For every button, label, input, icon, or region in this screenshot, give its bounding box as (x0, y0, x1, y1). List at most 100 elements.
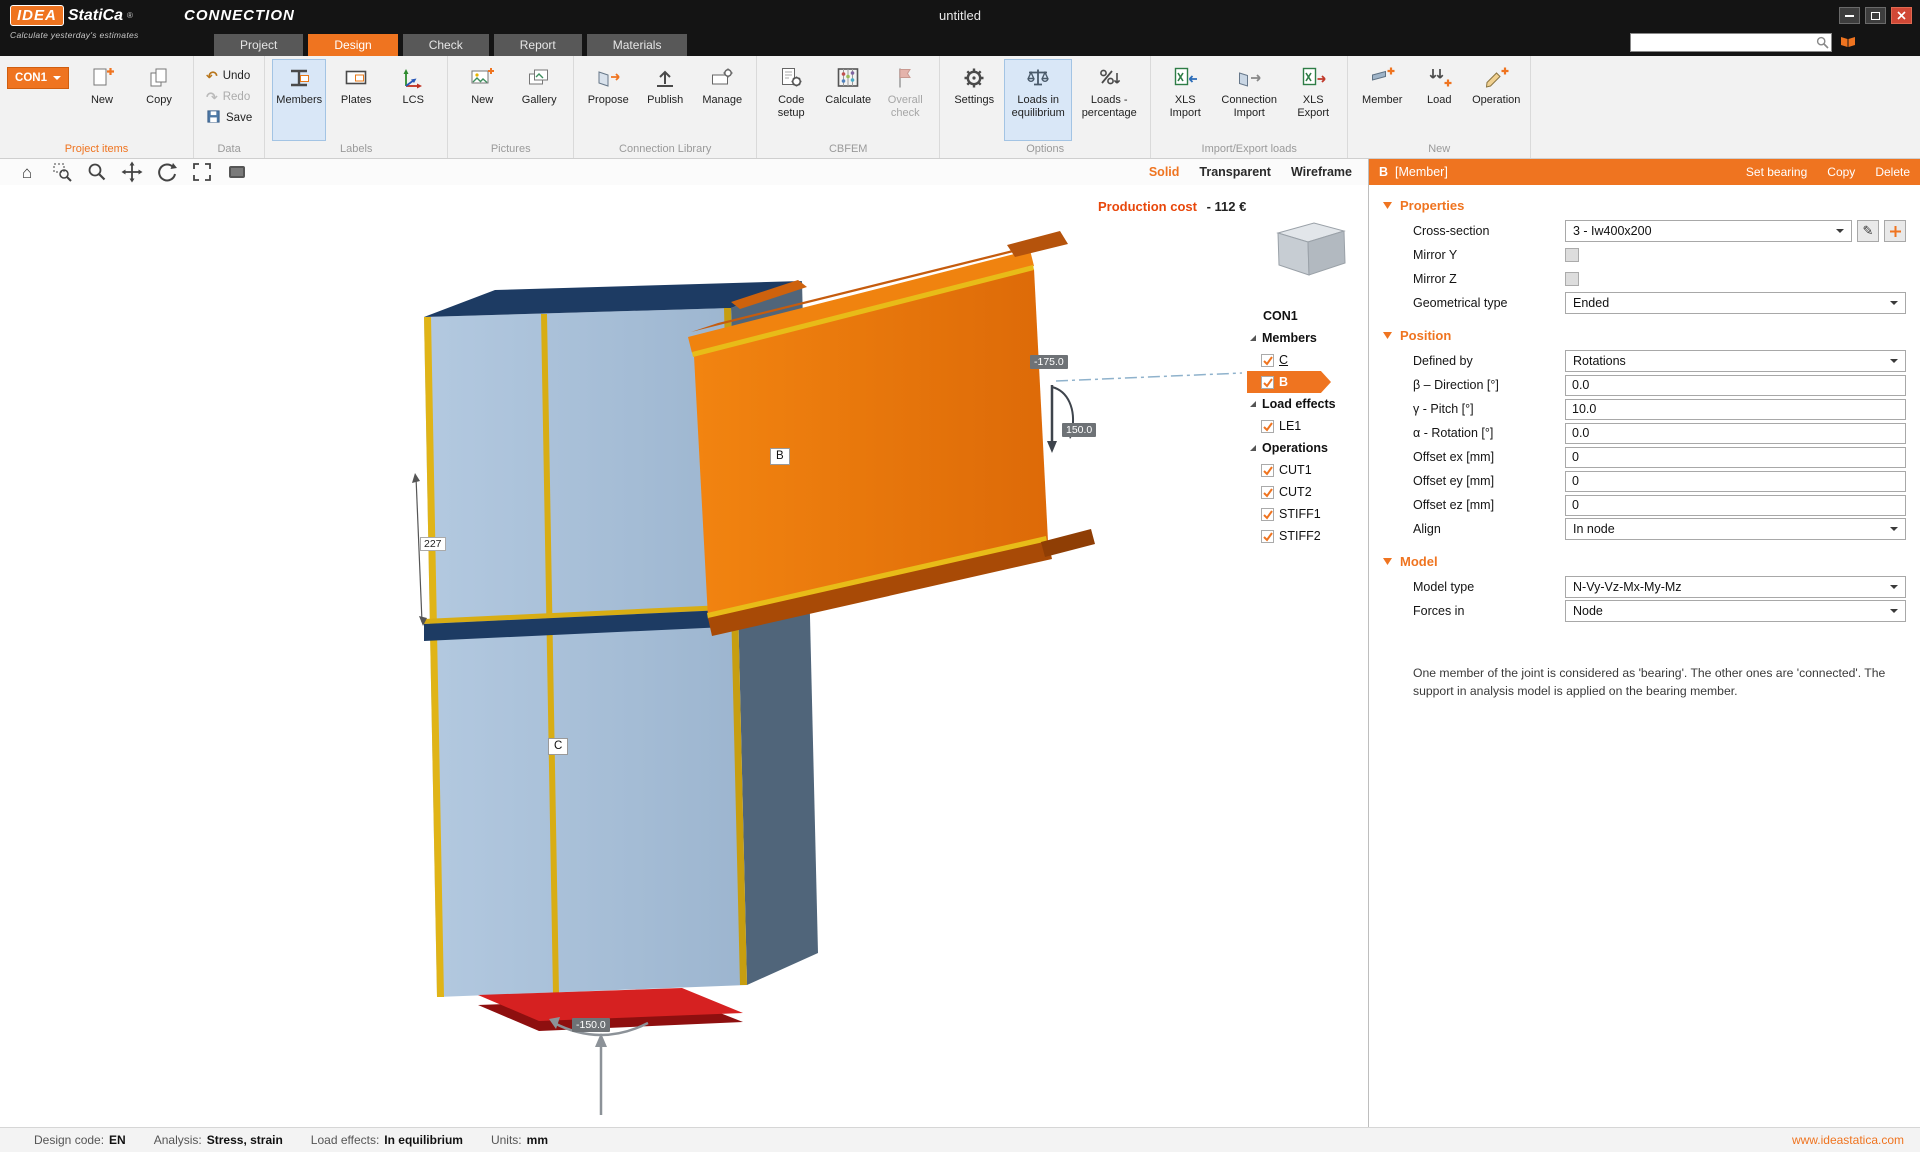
cross-section-dropdown[interactable]: 3 - Iw400x200 (1565, 220, 1852, 242)
tree-item-cut2[interactable]: CUT2 (1247, 481, 1368, 503)
tab-check[interactable]: Check (403, 34, 489, 56)
minimize-button[interactable] (1839, 7, 1860, 24)
delete-member-button[interactable]: Delete (1875, 165, 1910, 179)
save-button[interactable]: Save (201, 108, 257, 127)
offset-ez-field[interactable] (1565, 495, 1906, 516)
tree-item-cut1[interactable]: CUT1 (1247, 459, 1368, 481)
propose-button[interactable]: Propose (581, 59, 635, 141)
tree-group-operations[interactable]: Operations (1247, 437, 1368, 459)
tab-design[interactable]: Design (308, 34, 397, 56)
3d-model[interactable] (0, 185, 1368, 1127)
new-project-item-button[interactable]: New (75, 59, 129, 141)
tab-report[interactable]: Report (494, 34, 582, 56)
checkbox-checked-icon[interactable] (1261, 420, 1274, 433)
member-label-b[interactable]: B (770, 448, 790, 465)
copy-member-button[interactable]: Copy (1827, 165, 1855, 179)
checkbox-checked-icon[interactable] (1261, 376, 1274, 389)
redo-button[interactable]: ↷ Redo (201, 87, 257, 106)
zoom-window-icon[interactable] (51, 161, 73, 183)
code-setup-button[interactable]: Code setup (764, 59, 818, 141)
manage-button[interactable]: Manage (695, 59, 749, 141)
mirror-z-checkbox[interactable] (1565, 272, 1579, 286)
close-button[interactable] (1891, 7, 1912, 24)
member-label-c[interactable]: C (548, 738, 568, 755)
tree-item-stiff2[interactable]: STIFF2 (1247, 525, 1368, 547)
connection-import-button[interactable]: Connection Import (1215, 59, 1283, 141)
tree-group-load-effects[interactable]: Load effects (1247, 393, 1368, 415)
tree-group-members[interactable]: Members (1247, 327, 1368, 349)
members-labels-button[interactable]: Members (272, 59, 326, 141)
offset-ex-field[interactable] (1565, 447, 1906, 468)
new-picture-button[interactable]: New (455, 59, 509, 141)
tree-root-con1[interactable]: CON1 (1247, 305, 1368, 327)
loads-in-equilibrium-button[interactable]: Loads in equilibrium (1004, 59, 1072, 141)
loads-percentage-button[interactable]: Loads - percentage (1075, 59, 1143, 141)
maximize-button[interactable] (1865, 7, 1886, 24)
overall-check-button[interactable]: Overall check (878, 59, 932, 141)
offset-ey-field[interactable] (1565, 471, 1906, 492)
copy-project-item-button[interactable]: Copy (132, 59, 186, 141)
publish-button[interactable]: Publish (638, 59, 692, 141)
mode-solid[interactable]: Solid (1149, 165, 1180, 179)
chevron-down-icon (1890, 301, 1898, 309)
model-type-dropdown[interactable]: N-Vy-Vz-Mx-My-Mz (1565, 576, 1906, 598)
model-canvas[interactable]: Production cost - 112 € B C -175.0 150.0… (0, 185, 1368, 1127)
new-member-button[interactable]: Member (1355, 59, 1409, 141)
tree-item-stiff1[interactable]: STIFF1 (1247, 503, 1368, 525)
plates-icon (343, 63, 369, 93)
design-code-value: EN (109, 1133, 126, 1147)
home-view-icon[interactable]: ⌂ (16, 161, 38, 183)
zoom-fit-icon[interactable] (191, 161, 213, 183)
gamma-pitch-field[interactable] (1565, 399, 1906, 420)
help-book-icon[interactable] (1840, 35, 1856, 53)
edit-cross-section-button[interactable]: ✎ (1857, 220, 1879, 242)
tree-item-c[interactable]: C (1247, 349, 1368, 371)
forces-in-dropdown[interactable]: Node (1565, 600, 1906, 622)
orientation-cube[interactable] (1256, 213, 1356, 290)
xls-export-button[interactable]: XLS Export (1286, 59, 1340, 141)
section-model[interactable]: Model (1369, 547, 1920, 575)
lcs-labels-button[interactable]: LCS (386, 59, 440, 141)
mirror-y-checkbox[interactable] (1565, 248, 1579, 262)
zoom-icon[interactable] (86, 161, 108, 183)
plates-labels-button[interactable]: Plates (329, 59, 383, 141)
tab-materials[interactable]: Materials (587, 34, 688, 56)
alpha-rotation-field[interactable] (1565, 423, 1906, 444)
beta-direction-field[interactable] (1565, 375, 1906, 396)
defined-by-dropdown[interactable]: Rotations (1565, 350, 1906, 372)
checkbox-checked-icon[interactable] (1261, 530, 1274, 543)
tree-item-b-selected[interactable]: B (1247, 371, 1331, 393)
gallery-button[interactable]: Gallery (512, 59, 566, 141)
geometrical-type-dropdown[interactable]: Ended (1565, 292, 1906, 314)
section-position[interactable]: Position (1369, 321, 1920, 349)
xls-import-button[interactable]: XLS Import (1158, 59, 1212, 141)
align-dropdown[interactable]: In node (1565, 518, 1906, 540)
base-plate[interactable] (478, 988, 743, 1031)
mode-transparent[interactable]: Transparent (1199, 165, 1271, 179)
new-operation-button[interactable]: Operation (1469, 59, 1523, 141)
tab-project[interactable]: Project (214, 34, 303, 56)
new-load-button[interactable]: Load (1412, 59, 1466, 141)
rotate-view-icon[interactable] (156, 161, 178, 183)
checkbox-checked-icon[interactable] (1261, 486, 1274, 499)
checkbox-checked-icon[interactable] (1261, 464, 1274, 477)
checkbox-checked-icon[interactable] (1261, 508, 1274, 521)
search-icon[interactable] (1813, 36, 1831, 49)
chevron-down-icon (1890, 527, 1898, 535)
search-input[interactable] (1631, 37, 1813, 49)
calculate-button[interactable]: Calculate (821, 59, 875, 141)
set-bearing-button[interactable]: Set bearing (1746, 165, 1807, 179)
website-link[interactable]: www.ideastatica.com (1792, 1133, 1904, 1147)
section-collapse-icon (1383, 202, 1392, 209)
settings-button[interactable]: Settings (947, 59, 1001, 141)
tree-item-le1[interactable]: LE1 (1247, 415, 1368, 437)
app-logo: IDEA StatiCa ® Calculate yesterday's est… (10, 5, 139, 40)
section-properties[interactable]: Properties (1369, 191, 1920, 219)
undo-button[interactable]: ↶ Undo (201, 66, 257, 85)
view-appearance-icon[interactable] (226, 161, 248, 183)
checkbox-checked-icon[interactable] (1261, 354, 1274, 367)
mode-wireframe[interactable]: Wireframe (1291, 165, 1352, 179)
pan-icon[interactable] (121, 161, 143, 183)
project-item-selector[interactable]: CON1 (7, 67, 69, 89)
add-cross-section-button[interactable] (1884, 220, 1906, 242)
